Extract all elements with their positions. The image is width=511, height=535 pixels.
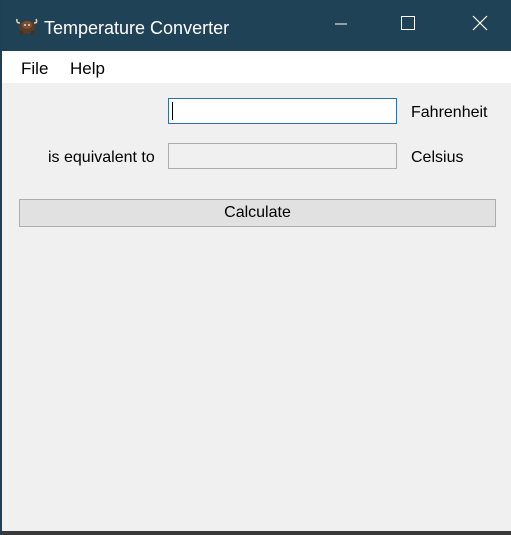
title-bar[interactable]: Temperature Converter (2, 0, 511, 51)
equivalent-label: is equivalent to (48, 149, 155, 166)
menu-bar: File Help (2, 51, 511, 83)
yak-icon (15, 16, 39, 36)
calculate-button[interactable]: Calculate (19, 199, 496, 227)
celsius-label: Celsius (411, 149, 464, 166)
celsius-output[interactable] (168, 143, 397, 169)
fahrenheit-label: Fahrenheit (411, 104, 488, 121)
maximize-button[interactable] (384, 0, 431, 51)
menu-help[interactable]: Help (70, 59, 105, 79)
maximize-icon (400, 16, 415, 35)
minimize-button[interactable] (317, 0, 364, 51)
close-button[interactable] (456, 0, 503, 51)
text-cursor (172, 102, 173, 120)
fahrenheit-input[interactable] (168, 98, 397, 124)
converter-form: Fahrenheit is equivalent to Celsius Calc… (2, 83, 511, 531)
window-title: Temperature Converter (44, 18, 230, 38)
minimize-icon (334, 17, 347, 35)
app-window: Temperature Converter File Help Fahrenhe… (0, 0, 511, 535)
close-icon (472, 15, 488, 36)
menu-file[interactable]: File (21, 59, 48, 79)
